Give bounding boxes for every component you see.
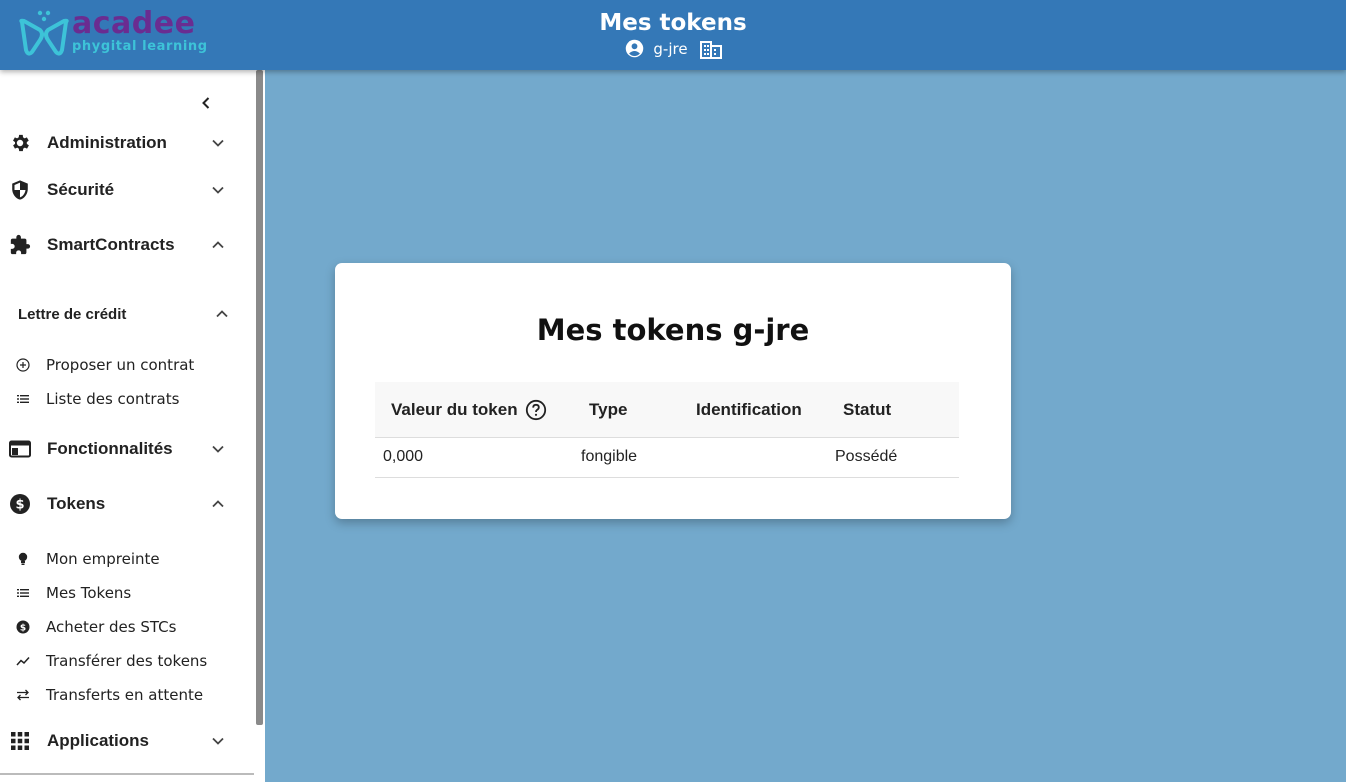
sidebar-subitem-mes-tokens[interactable]: Mes Tokens xyxy=(0,579,250,607)
lightbulb-icon xyxy=(15,551,31,567)
sidebar-item-tokens[interactable]: $ Tokens xyxy=(0,486,250,522)
window-icon xyxy=(9,438,31,460)
page-title: Mes tokens xyxy=(599,10,747,36)
tokens-table: Valeur du token Type Identification Stat… xyxy=(375,382,959,478)
sidebar-subitem-liste-contrats[interactable]: Liste des contrats xyxy=(0,385,250,413)
sidebar-scrollbar[interactable] xyxy=(256,70,263,725)
sidebar: Administration Sécurité SmartContracts L… xyxy=(0,70,265,782)
subitem-label: Transferts en attente xyxy=(46,686,204,704)
sidebar-item-label: Applications xyxy=(47,731,150,750)
sidebar-subitem-proposer-contrat[interactable]: Proposer un contrat xyxy=(0,351,250,379)
sidebar-item-label: Administration xyxy=(47,133,167,152)
user-account[interactable]: g-jre xyxy=(624,38,688,59)
organization-button[interactable] xyxy=(699,39,722,59)
subitem-label: Mon empreinte xyxy=(46,550,160,568)
sidebar-item-securite[interactable]: Sécurité xyxy=(0,172,250,208)
sidebar-item-label: SmartContracts xyxy=(47,235,175,254)
table-row[interactable]: 0,000 fongible Possédé xyxy=(375,438,959,478)
help-circle-icon[interactable] xyxy=(525,399,547,421)
chevron-down-icon xyxy=(212,737,224,745)
tokens-card: Mes tokens g-jre Valeur du token Type Id… xyxy=(335,263,1011,519)
chevron-up-icon xyxy=(216,310,228,318)
chevron-up-icon xyxy=(212,500,224,508)
shield-icon xyxy=(9,179,31,201)
app-header: acadee phygital learning Mes tokens g-jr… xyxy=(0,0,1346,70)
collapse-sidebar-button[interactable] xyxy=(196,93,216,113)
sidebar-subitem-transferer-tokens[interactable]: Transférer des tokens xyxy=(0,647,250,675)
column-header-valeur[interactable]: Valeur du token xyxy=(391,382,547,438)
sidebar-item-label: Tokens xyxy=(47,494,106,513)
sidebar-item-smartcontracts[interactable]: SmartContracts xyxy=(0,227,250,263)
sidebar-item-applications[interactable]: Applications xyxy=(0,723,250,759)
chevron-down-icon xyxy=(212,186,224,194)
cell-valeur: 0,000 xyxy=(383,448,424,465)
table-header: Valeur du token Type Identification Stat… xyxy=(375,382,959,438)
sidebar-item-label: Fonctionnalités xyxy=(47,439,173,458)
account-circle-icon xyxy=(626,39,644,58)
sidebar-item-administration[interactable]: Administration xyxy=(0,125,250,161)
cell-statut: Possédé xyxy=(835,448,898,465)
gear-icon xyxy=(9,132,31,154)
svg-text:$: $ xyxy=(15,498,24,513)
subitem-label: Mes Tokens xyxy=(46,584,132,602)
trend-icon xyxy=(15,653,31,669)
user-info: g-jre xyxy=(0,38,1346,59)
swap-icon xyxy=(15,687,31,703)
username: g-jre xyxy=(653,39,688,58)
chevron-up-icon xyxy=(212,241,224,249)
puzzle-icon xyxy=(9,234,31,256)
sidebar-divider xyxy=(0,773,254,775)
section-lettre-de-credit[interactable]: Lettre de crédit xyxy=(0,299,250,329)
sidebar-item-label: Sécurité xyxy=(47,180,115,199)
sidebar-subitem-acheter-stcs[interactable]: $ Acheter des STCs xyxy=(0,613,250,641)
card-title: Mes tokens g-jre xyxy=(536,313,810,347)
column-header-identification[interactable]: Identification xyxy=(696,382,802,438)
list-icon xyxy=(15,585,31,601)
chevron-down-icon xyxy=(212,139,224,147)
subitem-label: Transférer des tokens xyxy=(46,652,208,670)
grid-icon xyxy=(9,730,31,752)
column-header-type[interactable]: Type xyxy=(589,382,627,438)
dollar-circle-icon: $ xyxy=(15,619,31,635)
column-header-statut[interactable]: Statut xyxy=(843,382,891,438)
sidebar-item-fonctionnalites[interactable]: Fonctionnalités xyxy=(0,431,250,467)
dollar-circle-icon: $ xyxy=(9,493,31,515)
section-label: Lettre de crédit xyxy=(18,305,127,323)
cell-type: fongible xyxy=(581,448,638,465)
chevron-left-icon xyxy=(202,97,210,109)
chevron-down-icon xyxy=(212,445,224,453)
add-circle-icon xyxy=(15,357,31,373)
building-icon xyxy=(699,40,722,59)
svg-text:$: $ xyxy=(20,624,26,634)
sidebar-subitem-transferts-attente[interactable]: Transferts en attente xyxy=(0,681,250,709)
subitem-label: Proposer un contrat xyxy=(46,356,195,374)
column-header-label: Valeur du token xyxy=(391,400,518,419)
subitem-label: Liste des contrats xyxy=(46,390,180,408)
subitem-label: Acheter des STCs xyxy=(46,618,177,636)
sidebar-subitem-mon-empreinte[interactable]: Mon empreinte xyxy=(0,545,250,573)
list-icon xyxy=(15,391,31,407)
